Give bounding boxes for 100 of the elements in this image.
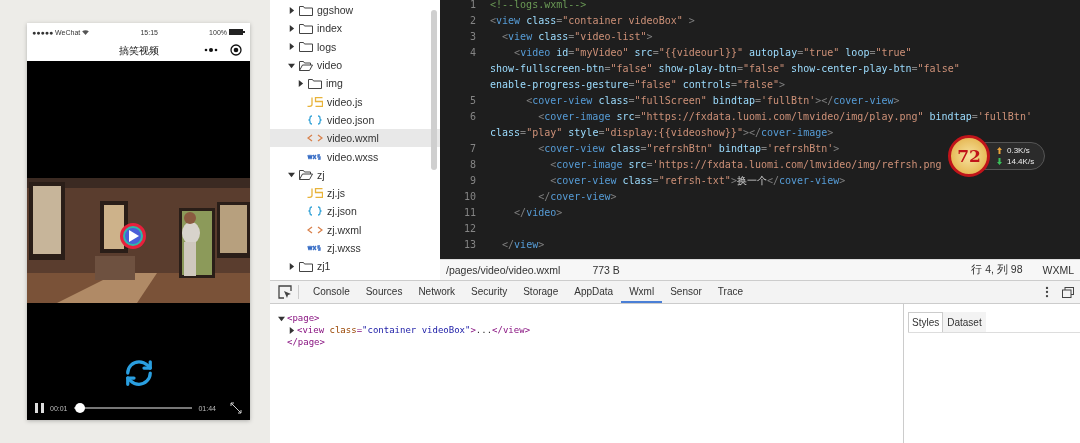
code-line: <cover-image src="https://fxdata.luomi.com/lmvideo/img/play.png" bindtap='fullBtn': [537, 110, 1032, 124]
open-folder-icon: [299, 169, 313, 181]
folder-icon: [299, 260, 313, 272]
line-number: 13: [462, 238, 477, 252]
caret-icon: [288, 43, 295, 51]
line-number: 8: [468, 158, 477, 172]
wifi-icon: [82, 29, 90, 35]
caret-icon: [288, 24, 295, 32]
folder-item[interactable]: zj1: [270, 257, 440, 276]
code-line: </video>: [513, 206, 563, 220]
line-number: 5: [468, 94, 477, 108]
line-number: 4: [468, 46, 477, 60]
line-number: 1: [468, 0, 477, 12]
percent-badge: 72: [948, 135, 990, 177]
folder-item[interactable]: index: [270, 19, 440, 38]
code-line: <cover-image src='https://fxdata.luomi.com/lmvideo/img/refrsh.png: [549, 158, 942, 172]
file-item[interactable]: zj.wxml: [270, 220, 440, 239]
folder-item[interactable]: ggshow: [270, 1, 440, 20]
dom-node[interactable]: <page>: [287, 312, 320, 324]
folder-icon: [308, 77, 322, 89]
line-number: 12: [462, 222, 477, 236]
file-item[interactable]: video.json: [270, 110, 440, 130]
wxml-file-icon: [307, 133, 323, 144]
wxss-file-icon: [307, 243, 323, 253]
code-line: <!--logs.wxml-->: [490, 0, 587, 12]
wxss-file-icon: [307, 151, 323, 162]
line-number: 10: [462, 190, 477, 204]
file-item[interactable]: zj.js: [270, 183, 440, 203]
code-line: class="play" style="display:{{videoshow}}"></cover-image>: [490, 126, 834, 140]
devtools-tab[interactable]: Trace: [709, 281, 752, 303]
dom-node[interactable]: <view class="container videoBox">...</view>: [297, 324, 531, 336]
language-mode[interactable]: WXML: [1042, 264, 1074, 276]
devtools-tab[interactable]: Sensor: [662, 281, 710, 303]
folder-item[interactable]: logs: [270, 37, 440, 56]
file-item[interactable]: video.wxml: [270, 129, 440, 148]
devtools-tab[interactable]: Network: [410, 281, 464, 303]
code-line: <cover-view class="fullScreen" bindtap='fullBtn'></cover-view>: [525, 94, 900, 108]
code-line: <view class="video-list">: [501, 30, 653, 44]
play-icon[interactable]: [119, 222, 147, 250]
file-size: 773 B: [592, 264, 620, 276]
file-item[interactable]: video.wxss: [270, 147, 440, 166]
devtools-tab[interactable]: AppData: [566, 281, 622, 303]
page-title: 搞笑视频: [118, 44, 159, 58]
fullscreen-icon[interactable]: [230, 402, 242, 414]
pause-icon[interactable]: [35, 403, 44, 413]
folder-item[interactable]: img: [270, 74, 440, 93]
upload-arrow-icon: [997, 147, 1002, 154]
code-line: <view class="container videoBox" >: [490, 14, 695, 28]
download-speed: 14.4K/s: [1007, 157, 1035, 166]
caret-icon: [288, 6, 295, 14]
dom-node[interactable]: </page>: [287, 336, 325, 348]
download-arrow-icon: [997, 158, 1002, 165]
file-path: /pages/video/video.wxml: [446, 264, 561, 276]
line-number: 11: [462, 206, 477, 220]
file-item[interactable]: zj.json: [270, 202, 440, 221]
code-line: </cover-view>: [537, 190, 617, 204]
line-number: 2: [468, 14, 477, 28]
folder-item[interactable]: video: [270, 55, 440, 75]
js-file-icon: [307, 188, 323, 199]
devtools-tab[interactable]: Security: [463, 281, 516, 303]
folder-item[interactable]: zj: [270, 165, 440, 184]
line-number: 6: [468, 110, 477, 124]
devtools-tab[interactable]: Sources: [357, 281, 411, 303]
line-number: 9: [468, 174, 477, 188]
json-file-icon: [307, 206, 323, 217]
panel-tab[interactable]: Dataset: [943, 312, 986, 332]
devtools-tab[interactable]: Storage: [515, 281, 567, 303]
code-line: enable-progress-gesture="false" controls="false">: [490, 78, 786, 92]
folder-icon: [299, 4, 313, 16]
js-file-icon: [307, 96, 323, 107]
dock-icon[interactable]: [1062, 286, 1074, 298]
line-number: 3: [468, 30, 477, 44]
caret-icon: [297, 79, 304, 87]
code-line: <video id="myVideo" src="{{videourl}}" autoplay="true" loop="true": [513, 46, 912, 60]
code-line: <cover-view class="refrshBtn" bindtap='refrshBtn'>: [537, 142, 840, 156]
caret-icon[interactable]: [288, 326, 295, 334]
cursor-position: 行 4, 列 98: [971, 263, 1023, 277]
caret-icon[interactable]: [278, 314, 285, 322]
devtools-tab[interactable]: Console: [305, 281, 358, 303]
panel-tab[interactable]: Styles: [908, 312, 944, 332]
file-item[interactable]: zj.wxss: [270, 238, 440, 258]
wxml-file-icon: [307, 224, 323, 235]
refresh-icon[interactable]: [123, 358, 154, 388]
more-icon[interactable]: [204, 48, 218, 52]
open-folder-icon: [299, 59, 313, 71]
close-icon[interactable]: [230, 44, 242, 56]
json-file-icon: [307, 114, 323, 125]
code-line: </view>: [501, 238, 545, 252]
battery-icon: [229, 29, 245, 35]
file-item[interactable]: video.js: [270, 92, 440, 111]
upload-speed: 0.3K/s: [1007, 146, 1030, 155]
folder-icon: [299, 22, 313, 34]
caret-icon: [288, 262, 295, 270]
caret-icon: [288, 61, 295, 69]
code-line: <cover-view class="refrsh-txt">换一个</cover-view>: [549, 174, 846, 188]
folder-icon: [299, 41, 313, 53]
caret-icon: [288, 171, 295, 179]
inspect-icon[interactable]: [278, 285, 292, 299]
scrollbar[interactable]: [431, 10, 437, 170]
code-line: show-fullscreen-btn="false" show-play-btn="false" show-center-play-btn="false": [490, 62, 960, 76]
